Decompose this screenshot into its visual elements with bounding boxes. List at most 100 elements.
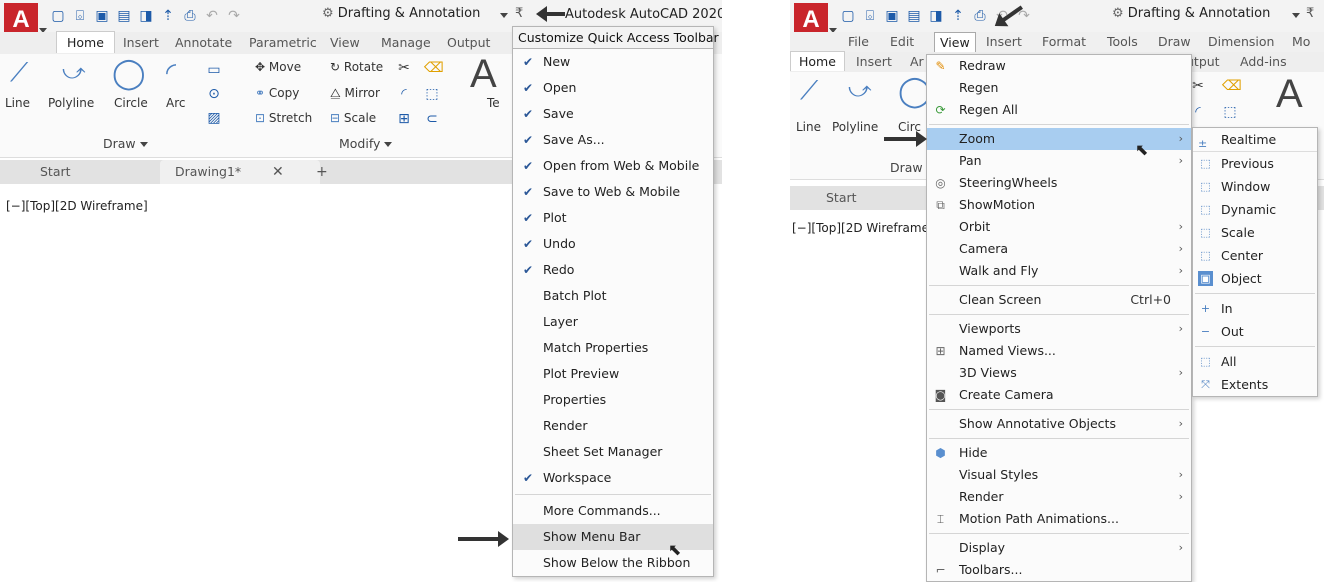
line-tool-label[interactable]: Line xyxy=(5,96,30,110)
tab-home[interactable]: Home xyxy=(56,31,115,53)
menu-item-save[interactable]: ✔ Save xyxy=(513,101,713,127)
menu-edit[interactable]: Edit xyxy=(890,34,914,49)
menu-item-named-views[interactable]: ⊞ Named Views... xyxy=(927,340,1191,362)
menu-item-match-properties[interactable]: Match Properties xyxy=(513,335,713,361)
menu-tools[interactable]: Tools xyxy=(1107,34,1138,49)
polyline-tool-icon[interactable]: ⤻ xyxy=(62,60,86,85)
circle-tool-label[interactable]: Circle xyxy=(114,96,148,110)
copy-tool[interactable]: ⚭ Copy xyxy=(255,86,299,100)
tab-add-ins[interactable]: Add-ins xyxy=(1240,54,1287,69)
trim-tool-icon[interactable]: ✂ xyxy=(396,60,412,76)
scale-tool[interactable]: ⊟ Scale xyxy=(330,111,376,125)
zoom-item-extents[interactable]: ⤧ Extents xyxy=(1193,373,1317,396)
new-tab-icon[interactable]: + xyxy=(316,164,328,180)
menu-item-regen[interactable]: Regen xyxy=(927,77,1191,99)
hatch-tool-icon[interactable]: ▨ xyxy=(206,110,222,126)
menu-dimension[interactable]: Dimension xyxy=(1208,34,1274,49)
menu-item-orbit[interactable]: Orbit › xyxy=(927,216,1191,238)
zoom-item-scale[interactable]: ⬚ Scale xyxy=(1193,221,1317,244)
viewport-label[interactable]: [−][Top][2D Wireframe xyxy=(792,221,929,235)
draw-panel-title[interactable]: Draw xyxy=(103,136,148,151)
workspace-dropdown-icon[interactable] xyxy=(1292,8,1300,22)
redo-icon[interactable]: ↷ xyxy=(226,8,242,24)
menu-item-motion-path-animations[interactable]: ⌶ Motion Path Animations... xyxy=(927,508,1191,530)
fillet-tool-icon[interactable]: ◜ xyxy=(1190,104,1206,120)
workspace-selector[interactable]: ⚙ Drafting & Annotation xyxy=(322,6,480,21)
menu-item-plot[interactable]: ✔ Plot xyxy=(513,205,713,231)
menu-item-open-from-web[interactable]: ✔ Open from Web & Mobile xyxy=(513,153,713,179)
tab-insert[interactable]: Insert xyxy=(856,54,892,69)
save-icon[interactable]: ▣ xyxy=(94,8,110,24)
menu-item-save-as[interactable]: ✔ Save As... xyxy=(513,127,713,153)
polyline-tool-label[interactable]: Polyline xyxy=(48,96,94,110)
workspace-selector[interactable]: ⚙ Drafting & Annotation xyxy=(1112,6,1270,21)
stretch-tool[interactable]: ⊡ Stretch xyxy=(255,111,312,125)
tab-output[interactable]: Output xyxy=(447,35,490,50)
menu-modify[interactable]: Mo xyxy=(1292,34,1310,49)
zoom-item-previous[interactable]: ⬚ Previous xyxy=(1193,152,1317,175)
menu-item-redo[interactable]: ✔ Redo xyxy=(513,257,713,283)
menu-item-undo[interactable]: ✔ Undo xyxy=(513,231,713,257)
menu-item-batch-plot[interactable]: Batch Plot xyxy=(513,283,713,309)
zoom-item-all[interactable]: ⬚ All xyxy=(1193,350,1317,373)
menu-item-camera[interactable]: Camera › xyxy=(927,238,1191,260)
menu-item-display[interactable]: Display › xyxy=(927,537,1191,559)
menu-item-layer[interactable]: Layer xyxy=(513,309,713,335)
text-tool-icon[interactable]: A xyxy=(1276,72,1303,117)
explode-tool-icon[interactable]: ⬚ xyxy=(1222,104,1238,120)
menu-file[interactable]: File xyxy=(848,34,869,49)
draw-panel-title[interactable]: Draw xyxy=(890,160,923,175)
menu-item-show-annotative-objects[interactable]: Show Annotative Objects › xyxy=(927,413,1191,435)
menu-item-regen-all[interactable]: ⟳ Regen All xyxy=(927,99,1191,121)
menu-item-toolbars[interactable]: ⌐ Toolbars... xyxy=(927,559,1191,581)
mirror-tool[interactable]: ⧋ Mirror xyxy=(330,86,380,101)
viewport-label[interactable]: [−][Top][2D Wireframe] xyxy=(6,199,148,213)
zoom-item-window[interactable]: ⬚ Window xyxy=(1193,175,1317,198)
zoom-item-center[interactable]: ⬚ Center xyxy=(1193,244,1317,267)
zoom-item-dynamic[interactable]: ⬚ Dynamic xyxy=(1193,198,1317,221)
erase-tool-icon[interactable]: ⌫ xyxy=(424,60,444,76)
array-tool-icon[interactable]: ⊞ xyxy=(396,111,412,127)
menu-item-viewports[interactable]: Viewports › xyxy=(927,318,1191,340)
tab-annotate[interactable]: Annotate xyxy=(175,35,232,50)
explode-tool-icon[interactable]: ⬚ xyxy=(424,86,440,102)
open-from-web-icon[interactable]: ◨ xyxy=(928,8,944,24)
menu-item-workspace[interactable]: ✔ Workspace xyxy=(513,465,713,491)
fillet-tool-icon[interactable]: ◜ xyxy=(396,86,412,102)
arc-tool-label[interactable]: Arc xyxy=(166,96,185,110)
new-icon[interactable]: ▢ xyxy=(840,8,856,24)
menu-item-showmotion[interactable]: ⧉ ShowMotion xyxy=(927,194,1191,216)
save-icon[interactable]: ▣ xyxy=(884,8,900,24)
tab-manage[interactable]: Manage xyxy=(381,35,431,50)
zoom-item-realtime[interactable]: ± Realtime xyxy=(1193,128,1317,152)
line-tool-icon[interactable]: ⟋ xyxy=(800,76,818,107)
customize-qat-button[interactable]: ₹ xyxy=(515,6,523,21)
zoom-item-object[interactable]: ▣ Object xyxy=(1193,267,1317,290)
menu-insert[interactable]: Insert xyxy=(986,34,1022,49)
menu-item-visual-styles[interactable]: Visual Styles › xyxy=(927,464,1191,486)
tab-parametric[interactable]: Parametric xyxy=(249,35,317,50)
rotate-tool[interactable]: ↻ Rotate xyxy=(330,60,383,74)
save-as-icon[interactable]: ▤ xyxy=(906,8,922,24)
menu-item-pan[interactable]: Pan › xyxy=(927,150,1191,172)
polyline-tool-icon[interactable]: ⤻ xyxy=(848,78,872,103)
menu-item-create-camera[interactable]: ◙ Create Camera xyxy=(927,384,1191,406)
menu-item-render[interactable]: Render xyxy=(513,413,713,439)
workspace-dropdown-icon[interactable] xyxy=(500,8,508,22)
open-icon[interactable]: ⌺ xyxy=(72,8,88,24)
undo-icon[interactable]: ↶ xyxy=(204,8,220,24)
tab-insert[interactable]: Insert xyxy=(123,35,159,50)
tab-home[interactable]: Home xyxy=(790,51,845,71)
plot-icon[interactable]: ⎙ xyxy=(972,8,988,24)
file-tab-start[interactable]: Start xyxy=(40,164,71,179)
open-from-web-icon[interactable]: ◨ xyxy=(138,8,154,24)
move-tool[interactable]: ✥ Move xyxy=(255,60,301,74)
new-icon[interactable]: ▢ xyxy=(50,8,66,24)
ellipse-tool-icon[interactable]: ⊙ xyxy=(206,86,222,102)
menu-item-open[interactable]: ✔ Open xyxy=(513,75,713,101)
menu-item-redraw[interactable]: ✎ Redraw xyxy=(927,55,1191,77)
menu-item-new[interactable]: ✔ New xyxy=(513,49,713,75)
offset-tool-icon[interactable]: ⊂ xyxy=(424,111,440,127)
menu-item-sheet-set-manager[interactable]: Sheet Set Manager xyxy=(513,439,713,465)
line-tool-icon[interactable]: ⟋ xyxy=(10,58,28,89)
